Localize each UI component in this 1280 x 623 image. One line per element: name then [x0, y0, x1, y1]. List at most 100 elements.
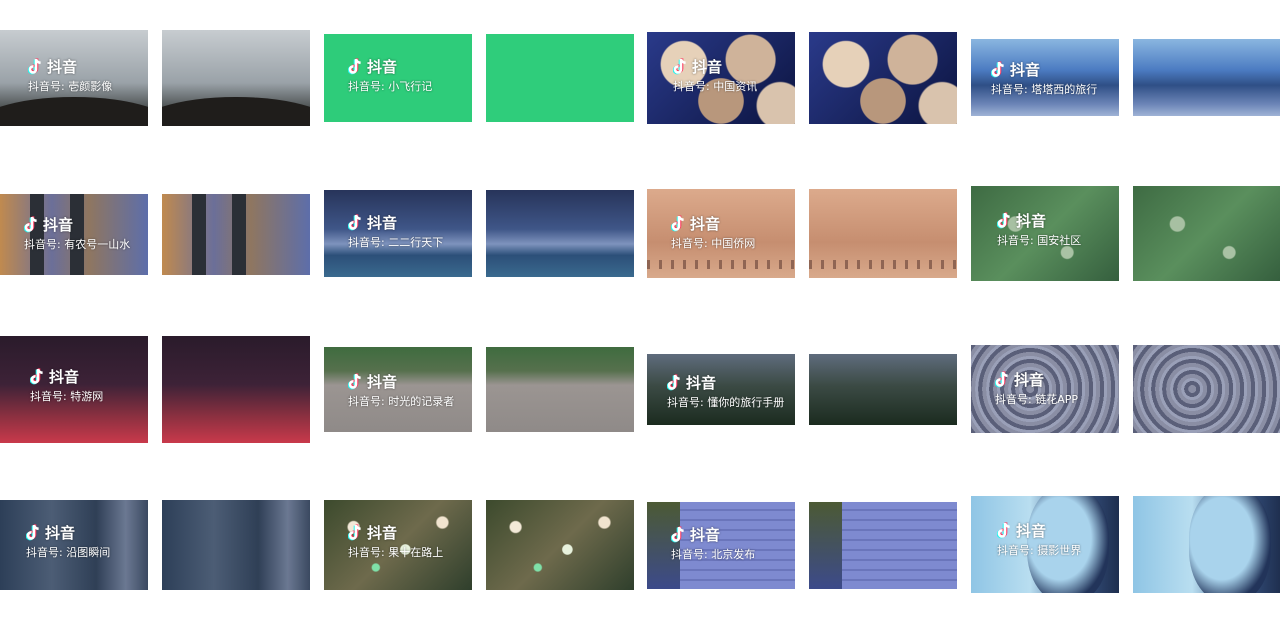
douyin-note-icon — [996, 212, 1013, 230]
oysters-image — [809, 32, 957, 124]
douyin-note-icon — [347, 214, 364, 232]
douyin-watermark: 抖音 抖音号: 摄影世界 — [996, 521, 1081, 556]
watermarked-thumbnail: 抖音抖音号: 中国侨网 — [647, 189, 795, 278]
clean-thumbnail — [162, 194, 310, 275]
douyin-account-id: 抖音号: 壱颜影像 — [28, 80, 113, 93]
watermarked-thumbnail: 抖音 抖音号: 有农号一山水 — [0, 194, 148, 275]
douyin-logo: 抖音 — [672, 58, 757, 76]
peach-village-image — [809, 189, 957, 278]
douyin-logo: 抖音 — [347, 57, 432, 76]
portrait-image — [1133, 496, 1280, 593]
clean-thumbnail — [1133, 39, 1280, 116]
clean-thumbnail — [1133, 496, 1280, 593]
douyin-note-icon — [29, 368, 46, 386]
douyin-logo: 抖音 — [996, 521, 1081, 540]
green-screen-image — [486, 34, 634, 122]
douyin-note-icon — [347, 373, 364, 391]
douyin-logo-text: 抖音 — [1016, 521, 1047, 540]
douyin-note-icon — [25, 524, 42, 542]
clean-thumbnail — [486, 500, 634, 590]
douyin-logo-text: 抖音 — [367, 523, 398, 542]
douyin-watermark: 抖音 抖音号: 有农号一山水 — [23, 216, 130, 250]
blue-wall-image — [809, 502, 957, 589]
douyin-note-icon — [666, 374, 683, 392]
douyin-note-icon — [347, 58, 364, 76]
douyin-note-icon — [670, 526, 687, 544]
douyin-logo: 抖音 — [29, 367, 103, 386]
lava-image — [162, 336, 310, 443]
douyin-note-icon — [990, 61, 1007, 79]
douyin-note-icon — [994, 371, 1011, 389]
douyin-logo-text: 抖音 — [47, 57, 78, 76]
douyin-account-id: 抖音号: 二二行天下 — [348, 236, 444, 249]
watermarked-thumbnail: 抖音抖音号: 果十在路上 — [324, 500, 472, 590]
douyin-logo: 抖音 — [27, 57, 112, 76]
douyin-watermark: 抖音抖音号: 懂你的旅行手册 — [666, 373, 785, 409]
watermarked-thumbnail: 抖音抖音号: 塔塔西的旅行 — [971, 39, 1119, 116]
douyin-account-id: 抖音号: 果十在路上 — [348, 546, 444, 559]
douyin-note-icon — [996, 522, 1013, 540]
douyin-logo-text: 抖音 — [1010, 60, 1041, 79]
douyin-watermark: 抖音 抖音号: 链花APP — [994, 371, 1078, 406]
douyin-note-icon — [23, 216, 40, 234]
watermarked-thumbnail: 抖音 抖音号: 链花APP — [971, 345, 1119, 433]
douyin-watermark: 抖音 抖音号: 时光的记录者 — [347, 372, 454, 407]
douyin-logo: 抖音 — [670, 214, 755, 233]
clean-thumbnail — [486, 34, 634, 122]
douyin-watermark: 抖音抖音号: 中国侨网 — [670, 214, 756, 250]
sparkles-image — [486, 500, 634, 590]
baroque-ceiling-image — [1133, 345, 1280, 433]
watermarked-thumbnail: 抖音抖音号: 特游网 — [0, 336, 148, 443]
douyin-note-icon — [347, 524, 364, 542]
douyin-watermark: 抖音抖音号: 小飞行记 — [347, 57, 433, 93]
douyin-watermark: 抖音抖音号: 果十在路上 — [347, 523, 444, 559]
watermarked-thumbnail: 抖音 抖音号: 国安社区 — [971, 186, 1119, 281]
watermarked-thumbnail: 抖音 抖音号: 时光的记录者 — [324, 347, 472, 432]
douyin-logo-text: 抖音 — [367, 57, 398, 76]
douyin-account-id: 抖音号: 小飞行记 — [348, 80, 433, 93]
watermarked-thumbnail: 抖音抖音号: 小飞行记 — [324, 34, 472, 122]
courtyard-image — [486, 347, 634, 432]
douyin-watermark: 抖音 抖音号: 沿图瞬间 — [25, 523, 110, 558]
douyin-logo-text: 抖音 — [690, 214, 721, 233]
douyin-logo-text: 抖音 — [367, 372, 398, 391]
watermarked-thumbnail: 抖音抖音号: 北京发布 — [647, 502, 795, 589]
douyin-logo-text: 抖音 — [690, 525, 721, 544]
douyin-note-icon — [672, 58, 689, 76]
douyin-logo: 抖音 — [666, 373, 784, 392]
watermarked-thumbnail: 抖音 抖音号: 沿图瞬间 — [0, 500, 148, 590]
douyin-watermark: 抖音 抖音号: 中国资讯 — [672, 58, 757, 92]
douyin-note-icon — [27, 58, 44, 76]
douyin-account-id: 抖音号: 链花APP — [995, 393, 1078, 406]
clean-thumbnail — [162, 30, 310, 126]
clean-thumbnail — [809, 502, 957, 589]
douyin-account-id: 抖音号: 懂你的旅行手册 — [667, 396, 785, 409]
douyin-logo-text: 抖音 — [45, 523, 76, 542]
douyin-logo: 抖音 — [990, 60, 1097, 79]
douyin-account-id: 抖音号: 北京发布 — [671, 548, 756, 561]
trees-image — [809, 354, 957, 425]
clean-thumbnail — [809, 354, 957, 425]
douyin-logo-text: 抖音 — [49, 367, 80, 386]
watermarked-thumbnail: 抖音抖音号: 二二行天下 — [324, 190, 472, 277]
douyin-watermark: 抖音抖音号: 壱颜影像 — [27, 57, 113, 93]
douyin-logo: 抖音 — [347, 213, 443, 232]
clean-thumbnail — [1133, 345, 1280, 433]
clean-thumbnail — [809, 32, 957, 124]
douyin-logo: 抖音 — [347, 523, 443, 542]
douyin-logo-text: 抖音 — [686, 373, 717, 392]
douyin-note-icon — [670, 215, 687, 233]
douyin-account-id: 抖音号: 塔塔西的旅行 — [991, 83, 1098, 96]
douyin-account-id: 抖音号: 中国侨网 — [671, 237, 756, 250]
douyin-logo-text: 抖音 — [367, 213, 398, 232]
douyin-account-id: 抖音号: 特游网 — [30, 390, 104, 403]
douyin-logo: 抖音 — [25, 523, 110, 542]
clean-thumbnail — [162, 500, 310, 590]
blue-mountains-image — [1133, 39, 1280, 116]
clean-thumbnail — [486, 347, 634, 432]
douyin-watermark: 抖音抖音号: 北京发布 — [670, 525, 756, 561]
bridge-stone-wall-image — [162, 30, 310, 126]
douyin-logo: 抖音 — [347, 372, 454, 391]
douyin-logo: 抖音 — [670, 525, 755, 544]
douyin-watermark: 抖音抖音号: 特游网 — [29, 367, 104, 403]
